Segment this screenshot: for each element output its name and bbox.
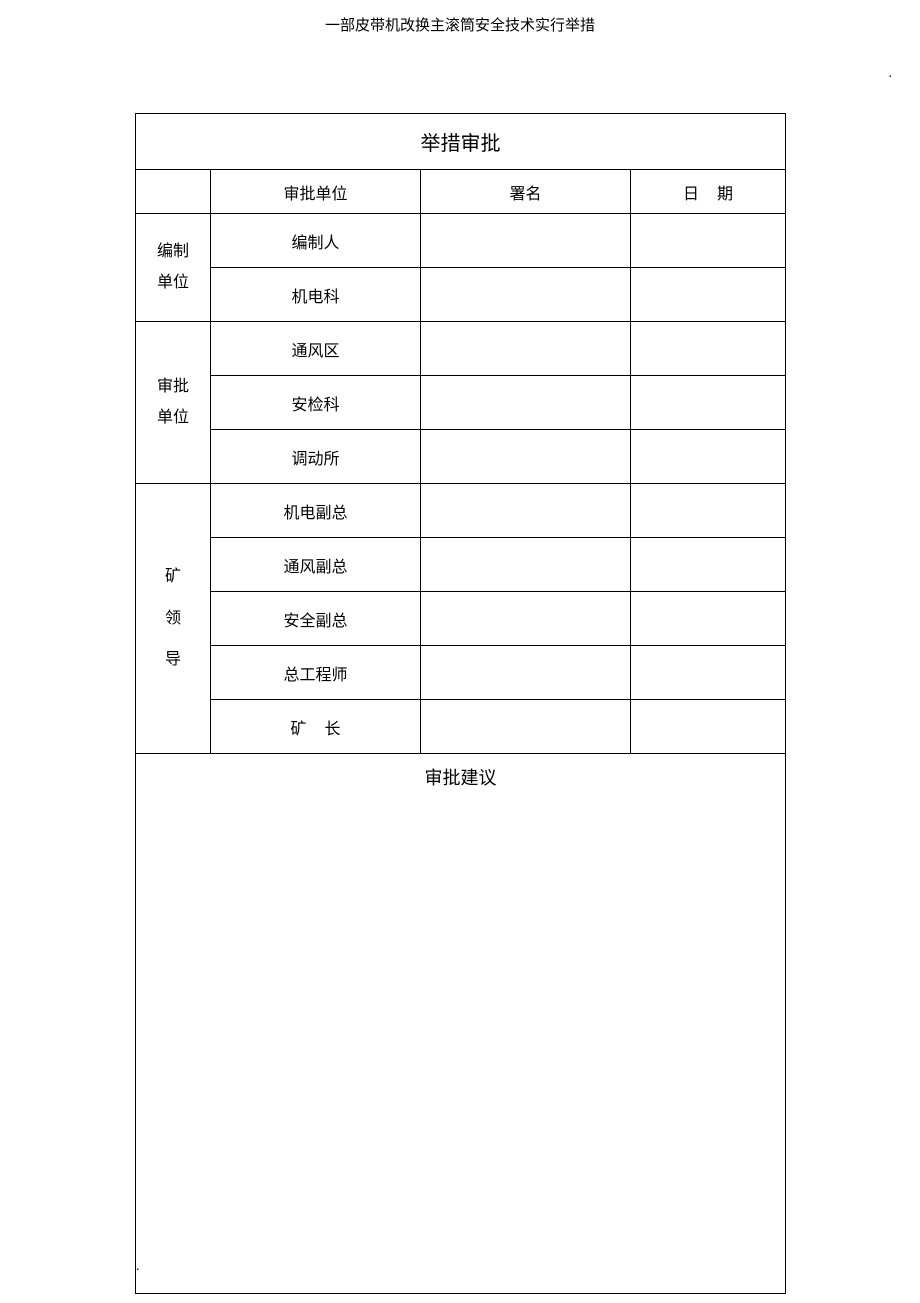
unit-cell: 安检科 bbox=[211, 376, 421, 430]
date-cell[interactable] bbox=[631, 646, 786, 700]
date-cell[interactable] bbox=[631, 214, 786, 268]
sign-cell[interactable] bbox=[421, 430, 631, 484]
table-row: 审批 单位 通风区 bbox=[136, 322, 786, 376]
header-date: 日期 bbox=[631, 170, 786, 214]
table-row: 审批建议 bbox=[136, 754, 786, 1294]
sign-cell[interactable] bbox=[421, 214, 631, 268]
table-row: 矿长 bbox=[136, 700, 786, 754]
sign-cell[interactable] bbox=[421, 268, 631, 322]
date-cell[interactable] bbox=[631, 538, 786, 592]
header-sign: 署名 bbox=[421, 170, 631, 214]
date-cell[interactable] bbox=[631, 700, 786, 754]
unit-cell: 通风区 bbox=[211, 322, 421, 376]
corner-dot-top: . bbox=[889, 66, 893, 82]
unit-cell: 调动所 bbox=[211, 430, 421, 484]
unit-cell: 机电副总 bbox=[211, 484, 421, 538]
table-row: 编制 单位 编制人 bbox=[136, 214, 786, 268]
table-row: 机电科 bbox=[136, 268, 786, 322]
sign-cell[interactable] bbox=[421, 592, 631, 646]
unit-cell: 编制人 bbox=[211, 214, 421, 268]
date-cell[interactable] bbox=[631, 322, 786, 376]
sign-cell[interactable] bbox=[421, 700, 631, 754]
table-row: 举措审批 bbox=[136, 114, 786, 170]
table-row: 调动所 bbox=[136, 430, 786, 484]
approval-table: 举措审批 审批单位 署名 日期 编制 单位 编制人 机电科 审批 单位 bbox=[135, 113, 786, 1294]
unit-cell: 矿长 bbox=[211, 700, 421, 754]
group-label-approve: 审批 单位 bbox=[136, 322, 211, 484]
group-label-compile: 编制 单位 bbox=[136, 214, 211, 322]
table-row: 矿 领 导 机电副总 bbox=[136, 484, 786, 538]
date-cell[interactable] bbox=[631, 592, 786, 646]
sign-cell[interactable] bbox=[421, 484, 631, 538]
table-row: 通风副总 bbox=[136, 538, 786, 592]
table-row: 总工程师 bbox=[136, 646, 786, 700]
sign-cell[interactable] bbox=[421, 376, 631, 430]
unit-cell: 机电科 bbox=[211, 268, 421, 322]
suggestion-title: 审批建议 bbox=[425, 768, 497, 788]
corner-dot-bottom: . bbox=[136, 1259, 140, 1275]
table-row: 安全副总 bbox=[136, 592, 786, 646]
unit-cell: 总工程师 bbox=[211, 646, 421, 700]
unit-cell: 通风副总 bbox=[211, 538, 421, 592]
table-title: 举措审批 bbox=[136, 114, 786, 170]
date-cell[interactable] bbox=[631, 376, 786, 430]
header-blank bbox=[136, 170, 211, 214]
page-title: 一部皮带机改换主滚筒安全技术实行举措 bbox=[0, 0, 920, 35]
table-row: 安检科 bbox=[136, 376, 786, 430]
suggestion-cell[interactable]: 审批建议 bbox=[136, 754, 786, 1294]
unit-cell: 安全副总 bbox=[211, 592, 421, 646]
table-row: 审批单位 署名 日期 bbox=[136, 170, 786, 214]
sign-cell[interactable] bbox=[421, 322, 631, 376]
group-label-leaders: 矿 领 导 bbox=[136, 484, 211, 754]
date-cell[interactable] bbox=[631, 430, 786, 484]
date-cell[interactable] bbox=[631, 484, 786, 538]
sign-cell[interactable] bbox=[421, 646, 631, 700]
sign-cell[interactable] bbox=[421, 538, 631, 592]
date-cell[interactable] bbox=[631, 268, 786, 322]
header-unit: 审批单位 bbox=[211, 170, 421, 214]
